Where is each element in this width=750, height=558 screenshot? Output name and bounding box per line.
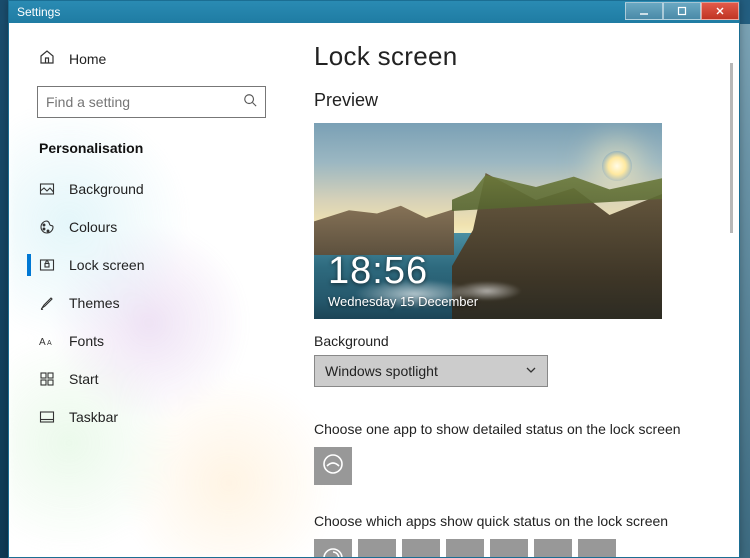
taskbar-icon [39,409,55,425]
sidebar-item-label: Lock screen [69,257,144,273]
titlebar[interactable]: Settings [9,1,739,23]
sidebar-item-label: Taskbar [69,409,118,425]
background-dropdown[interactable]: Windows spotlight [314,355,548,387]
main-panel: Lock screen Preview 18:56 Wednesday 15 D… [294,23,739,557]
sidebar-item-lock-screen[interactable]: Lock screen [9,246,294,284]
sidebar-item-label: Background [69,181,144,197]
search-icon [243,93,257,112]
detailed-status-label: Choose one app to show detailed status o… [314,421,739,437]
sidebar-item-taskbar[interactable]: Taskbar [9,398,294,436]
svg-text:A: A [47,340,52,347]
search-box[interactable] [37,86,266,118]
desktop-edge-right [740,24,750,558]
scroll-thumb[interactable] [730,63,733,233]
detailed-status-app-button[interactable] [314,447,352,485]
quick-status-app-button[interactable] [578,539,616,557]
sidebar-item-label: Colours [69,219,117,235]
palette-icon [39,219,55,235]
sidebar-item-start[interactable]: Start [9,360,294,398]
quick-status-app-button[interactable] [446,539,484,557]
maximize-button[interactable] [663,2,701,20]
lock-frame-icon [39,257,55,273]
chevron-down-icon [525,363,537,379]
sidebar-item-themes[interactable]: Themes [9,284,294,322]
sidebar-item-label: Start [69,371,99,387]
sidebar-item-label: Fonts [69,333,104,349]
quick-status-app-button[interactable] [490,539,528,557]
sidebar-item-colours[interactable]: Colours [9,208,294,246]
home-button[interactable]: Home [9,41,294,86]
lock-screen-preview: 18:56 Wednesday 15 December [314,123,662,319]
picture-icon [39,181,55,197]
settings-window: Settings Home [8,0,740,558]
quick-status-app-button[interactable] [314,539,352,557]
background-selected-value: Windows spotlight [325,363,438,379]
section-title: Personalisation [9,136,294,170]
home-icon [39,49,55,68]
start-icon [39,371,55,387]
minimize-button[interactable] [625,2,663,20]
sidebar: Home Personalisation Background Colours … [9,23,294,557]
quick-status-app-button[interactable] [402,539,440,557]
scrollbar[interactable] [729,63,735,543]
desktop-edge-left [0,24,8,558]
quick-status-app-button[interactable] [534,539,572,557]
search-input[interactable] [46,94,243,110]
home-label: Home [69,51,106,67]
fonts-icon: AA [39,333,55,349]
page-title: Lock screen [314,41,739,72]
preview-heading: Preview [314,90,739,111]
preview-time: 18:56 [328,250,428,293]
app-icon [322,453,344,480]
quick-status-row [314,539,739,557]
background-label: Background [314,333,739,349]
sidebar-item-label: Themes [69,295,120,311]
quick-status-app-button[interactable] [358,539,396,557]
sidebar-item-fonts[interactable]: AA Fonts [9,322,294,360]
svg-text:A: A [39,337,46,348]
close-button[interactable] [701,2,739,20]
preview-date: Wednesday 15 December [328,294,478,309]
sidebar-item-background[interactable]: Background [9,170,294,208]
brush-icon [39,295,55,311]
window-title: Settings [17,5,60,19]
quick-status-label: Choose which apps show quick status on t… [314,513,739,529]
